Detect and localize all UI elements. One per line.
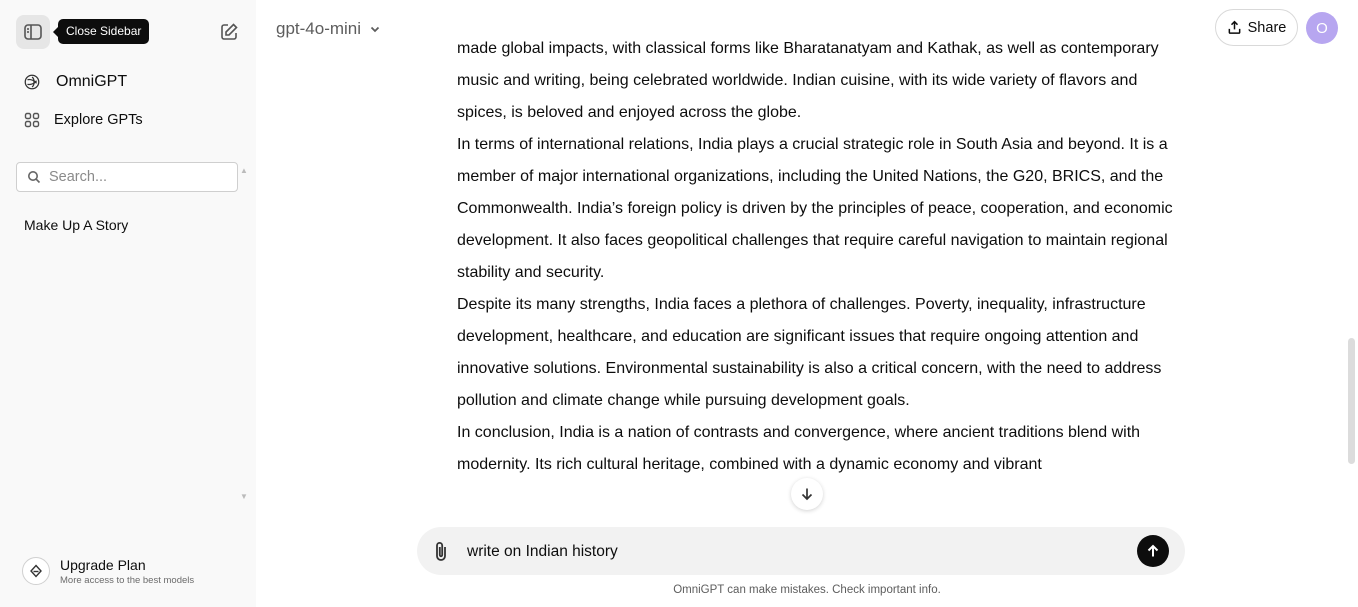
message-paragraph: Despite its many strengths, India faces … (457, 296, 1162, 409)
disclaimer-text: OmniGPT can make mistakes. Check importa… (673, 584, 941, 596)
scroll-up-arrow-icon[interactable]: ▲ (240, 166, 248, 175)
avatar[interactable]: O (1306, 12, 1338, 44)
paperclip-icon[interactable] (431, 539, 451, 563)
sidebar: Close Sidebar OmniGPT Explore GPTs Searc… (0, 0, 256, 607)
share-icon (1227, 20, 1242, 35)
sidebar-item-label: OmniGPT (56, 73, 128, 90)
search-box (16, 162, 238, 192)
upgrade-plan-button[interactable]: Upgrade Plan More access to the best mod… (22, 553, 242, 589)
message-paragraph: In conclusion, India is a nation of cont… (457, 424, 1141, 473)
chevron-down-icon (369, 23, 381, 35)
search-icon (27, 170, 41, 184)
arrow-down-icon (799, 486, 815, 502)
sidebar-panel-icon (23, 22, 43, 42)
search-input[interactable] (47, 168, 221, 186)
sidebar-toggle-button[interactable] (16, 15, 50, 49)
chat-history-item[interactable]: Make Up A Story (24, 217, 128, 233)
grid-icon (16, 112, 48, 128)
sidebar-toggle-tooltip: Close Sidebar (52, 19, 150, 44)
upgrade-plan-subtitle: More access to the best models (60, 574, 195, 586)
message-paragraph: made global impacts, with classical form… (457, 40, 1159, 121)
scroll-to-bottom-button[interactable] (791, 478, 823, 510)
upgrade-icon (22, 557, 50, 585)
share-button[interactable]: Share (1215, 9, 1298, 46)
message-composer (417, 527, 1185, 575)
model-name: gpt-4o-mini (276, 19, 362, 38)
model-selector[interactable]: gpt-4o-mini (276, 17, 381, 41)
sidebar-item-omnigpt[interactable]: OmniGPT (16, 66, 240, 98)
message-input[interactable] (465, 539, 1129, 565)
sidebar-item-label: Explore GPTs (54, 112, 143, 128)
send-button[interactable] (1137, 535, 1169, 567)
arrow-up-icon (1145, 543, 1161, 559)
assistant-message: made global impacts, with classical form… (457, 0, 1182, 527)
edit-icon (219, 22, 239, 42)
main-scrollbar[interactable] (1348, 338, 1355, 464)
omnigpt-logo-icon (16, 73, 48, 91)
scroll-down-arrow-icon[interactable]: ▼ (240, 492, 248, 501)
sidebar-item-explore-gpts[interactable]: Explore GPTs (16, 104, 240, 136)
share-label: Share (1247, 19, 1287, 36)
message-paragraph: In terms of international relations, Ind… (457, 136, 1173, 281)
upgrade-plan-title: Upgrade Plan (60, 556, 146, 573)
new-chat-button[interactable] (212, 15, 246, 49)
